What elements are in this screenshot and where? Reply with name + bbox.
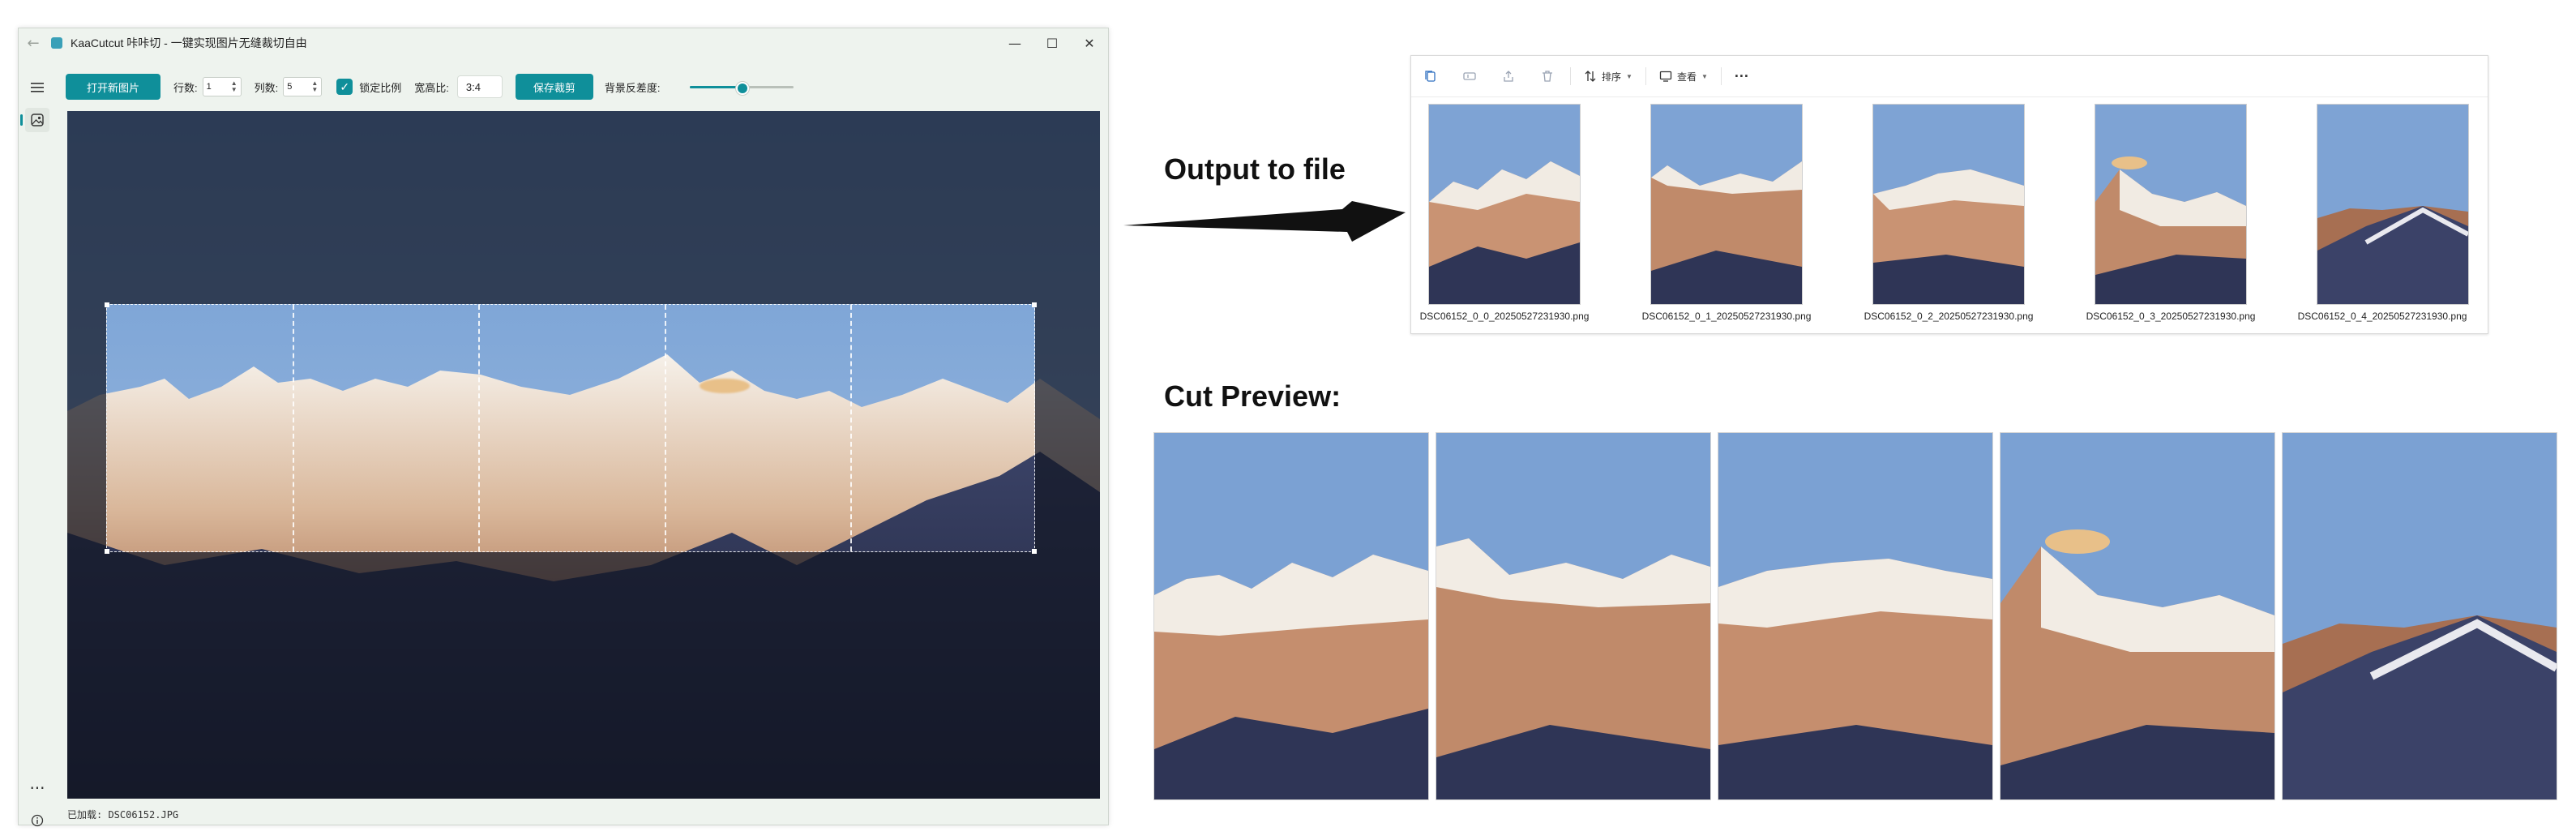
- app-window: ← KaaCutcut 咔咔切 - 一键实现图片无缝裁切自由 — ☐ ✕ ···…: [18, 28, 1109, 827]
- dim-overlay-right: [1035, 304, 1100, 552]
- open-image-button[interactable]: 打开新图片: [66, 74, 161, 100]
- dim-overlay-bottom: [67, 552, 1100, 799]
- info-icon[interactable]: [25, 808, 49, 833]
- image-icon[interactable]: [20, 108, 49, 132]
- cut-line[interactable]: [850, 305, 852, 551]
- chevron-down-icon[interactable]: ▼: [311, 87, 318, 93]
- rows-label: 行数:: [173, 81, 198, 94]
- side-nav: ···: [19, 58, 56, 827]
- lock-ratio-checkbox[interactable]: ✓: [336, 79, 353, 95]
- preview-tile: [1154, 433, 1428, 799]
- aspect-ratio-input[interactable]: 3:4: [456, 75, 503, 98]
- file-thumbnail[interactable]: [1429, 105, 1580, 304]
- resize-handle[interactable]: [1032, 302, 1037, 307]
- preview-tile: [1718, 433, 1992, 799]
- toolbar-divider: [1645, 67, 1646, 85]
- sort-icon: [1585, 71, 1596, 82]
- cols-stepper[interactable]: 5 ▲ ▼: [283, 77, 323, 96]
- rows-value: 1: [206, 82, 212, 92]
- back-arrow-icon[interactable]: ←: [19, 35, 48, 52]
- image-canvas[interactable]: [67, 111, 1100, 799]
- file-thumbnail[interactable]: [2095, 105, 2246, 304]
- chevron-down-icon[interactable]: ▼: [231, 87, 237, 93]
- toolbar: 打开新图片 行数: 1 ▲ ▼ 列数: 5 ▲ ▼ ✓ 锁定比例 宽高比: 3:4 保存…: [66, 72, 794, 101]
- chevron-down-icon: ▼: [1701, 72, 1708, 80]
- view-menu[interactable]: 查看 ▼: [1650, 70, 1718, 84]
- sort-menu[interactable]: 排序 ▼: [1574, 70, 1642, 84]
- toolbar-divider: [1570, 67, 1571, 85]
- bg-contrast-label: 背景反差度:: [604, 81, 661, 94]
- rows-stepper[interactable]: 1 ▲ ▼: [202, 77, 242, 96]
- preview-tile: [1436, 433, 1710, 799]
- resize-handle[interactable]: [105, 302, 109, 307]
- arrow-icon: [1123, 201, 1406, 242]
- output-caption: Output to file: [1164, 152, 1346, 186]
- more-dots-icon[interactable]: ···: [25, 776, 49, 800]
- cols-value: 5: [287, 82, 293, 92]
- minimize-button[interactable]: —: [996, 28, 1033, 58]
- file-name[interactable]: DSC06152_0_2_20250527231930.png: [1843, 311, 2054, 322]
- slider-fill: [689, 86, 742, 88]
- dim-overlay-top: [67, 111, 1100, 304]
- rename-icon[interactable]: [1450, 70, 1489, 83]
- resize-handle[interactable]: [105, 549, 109, 554]
- cut-line[interactable]: [665, 305, 666, 551]
- cut-line[interactable]: [293, 305, 294, 551]
- file-thumbnail[interactable]: [2317, 105, 2468, 304]
- toolbar-divider: [1720, 67, 1722, 85]
- explorer-toolbar: 排序 ▼ 查看 ▼ ···: [1411, 56, 2488, 97]
- resize-handle[interactable]: [1032, 549, 1037, 554]
- sort-label: 排序: [1602, 71, 1622, 83]
- file-explorer-panel: 排序 ▼ 查看 ▼ ··· DSC06152_0_0_2025052723193…: [1410, 55, 2488, 334]
- file-name[interactable]: DSC06152_0_4_20250527231930.png: [2277, 311, 2488, 322]
- status-text: 已加载: DSC06152.JPG: [67, 809, 179, 821]
- file-name[interactable]: DSC06152_0_1_20250527231930.png: [1621, 311, 1832, 322]
- close-button[interactable]: ✕: [1071, 28, 1108, 58]
- preview-tile: [2283, 433, 2557, 799]
- title-bar: ← KaaCutcut 咔咔切 - 一键实现图片无缝裁切自由 — ☐ ✕: [19, 28, 1108, 58]
- window-title: KaaCutcut 咔咔切 - 一键实现图片无缝裁切自由: [71, 36, 307, 49]
- share-icon[interactable]: [1489, 70, 1528, 83]
- lock-ratio-label: 锁定比例: [359, 81, 402, 94]
- hamburger-menu-icon[interactable]: [25, 75, 49, 100]
- file-thumbnail[interactable]: [1651, 105, 1802, 304]
- crop-selection-box[interactable]: [105, 302, 1037, 554]
- more-options-icon[interactable]: ···: [1725, 68, 1759, 85]
- monitor-icon: [1659, 71, 1672, 82]
- maximize-button[interactable]: ☐: [1033, 28, 1071, 58]
- file-thumbnail[interactable]: [1873, 105, 2024, 304]
- aspect-label: 宽高比:: [414, 81, 449, 94]
- cols-label: 列数:: [254, 81, 279, 94]
- file-name[interactable]: DSC06152_0_3_20250527231930.png: [2065, 311, 2276, 322]
- cut-line[interactable]: [478, 305, 480, 551]
- copy-icon[interactable]: [1411, 70, 1450, 83]
- app-icon: [51, 37, 62, 49]
- slider-thumb[interactable]: [735, 82, 749, 95]
- save-crop-button[interactable]: 保存裁剪: [515, 74, 593, 100]
- chevron-down-icon: ▼: [1626, 72, 1632, 80]
- dim-overlay-left: [67, 304, 106, 552]
- file-name[interactable]: DSC06152_0_0_20250527231930.png: [1399, 311, 1610, 322]
- delete-icon[interactable]: [1528, 70, 1567, 83]
- preview-tile: [2000, 433, 2274, 799]
- view-label: 查看: [1676, 71, 1697, 83]
- preview-caption: Cut Preview:: [1164, 379, 1341, 413]
- bg-contrast-slider[interactable]: [689, 79, 794, 95]
